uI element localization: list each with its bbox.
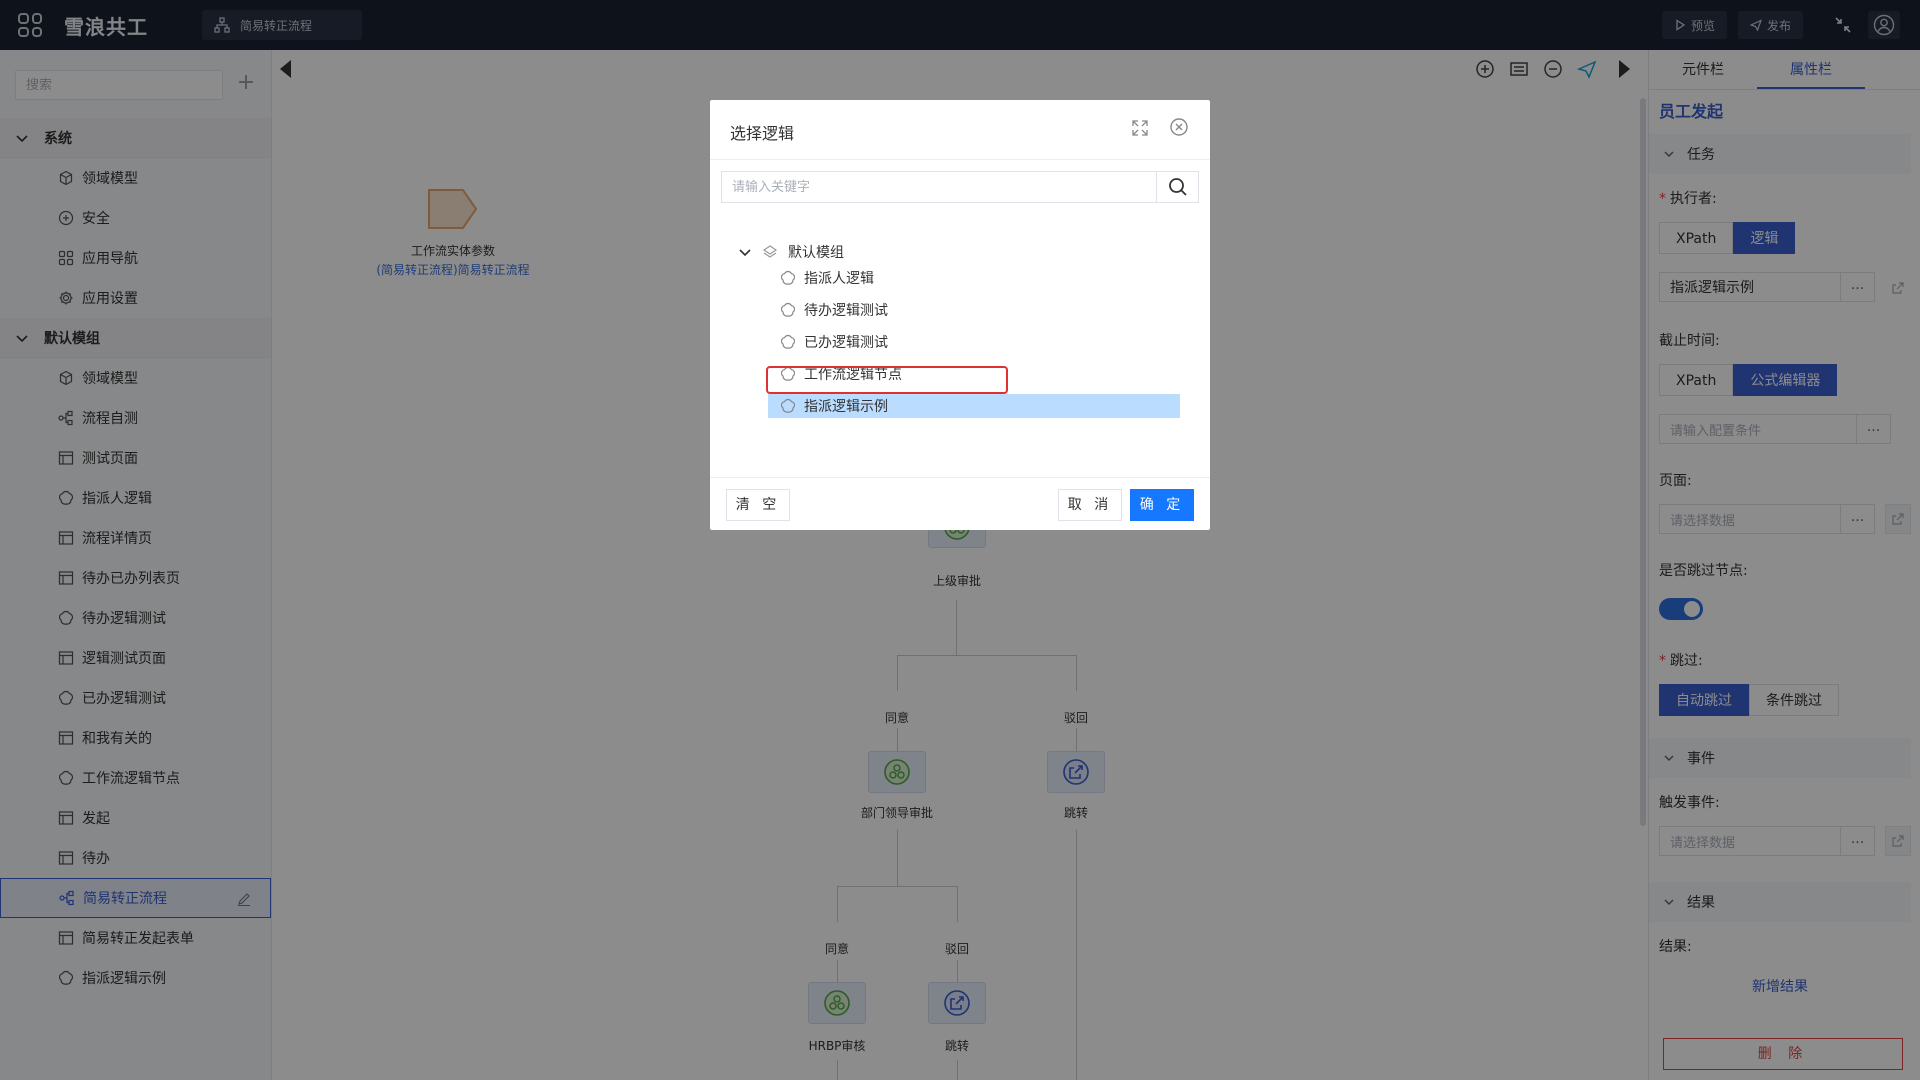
logic-tree-leaf[interactable]: 指派逻辑示例 — [768, 394, 1180, 418]
dialog-search-box — [721, 171, 1199, 203]
highlight-box — [766, 366, 1008, 394]
dialog-search-input[interactable] — [722, 172, 1156, 202]
module-icon — [762, 245, 778, 258]
logic-leaf-label: 待办逻辑测试 — [804, 303, 888, 319]
logic-icon — [780, 334, 796, 350]
chevron-down-icon[interactable] — [738, 245, 752, 259]
confirm-button[interactable]: 确 定 — [1130, 489, 1194, 521]
logic-leaf-label: 已办逻辑测试 — [804, 335, 888, 351]
close-icon[interactable] — [1169, 117, 1189, 137]
logic-tree-leaf[interactable]: 已办逻辑测试 — [780, 330, 888, 354]
cancel-button[interactable]: 取 消 — [1058, 489, 1122, 521]
tree-node-default-module[interactable]: 默认模组 — [738, 240, 844, 264]
dialog-title: 选择逻辑 — [730, 124, 795, 143]
logic-icon — [780, 270, 796, 286]
fullscreen-icon[interactable] — [1130, 118, 1150, 138]
logic-tree-leaf[interactable]: 指派人逻辑 — [780, 266, 874, 290]
search-button[interactable] — [1156, 172, 1198, 202]
logic-icon — [780, 302, 796, 318]
logic-leaf-label: 指派人逻辑 — [804, 271, 874, 287]
clear-button[interactable]: 清 空 — [726, 489, 790, 521]
search-icon — [1168, 178, 1187, 196]
tree-root-label: 默认模组 — [788, 245, 844, 261]
logic-tree-leaf[interactable]: 待办逻辑测试 — [780, 298, 888, 322]
logic-icon — [780, 398, 796, 414]
logic-leaf-label: 指派逻辑示例 — [804, 399, 888, 415]
select-logic-dialog: 选择逻辑 默认模组 指派人逻辑待办逻辑测试已办逻辑测试工作流逻辑节点指派逻辑示例… — [710, 100, 1210, 530]
